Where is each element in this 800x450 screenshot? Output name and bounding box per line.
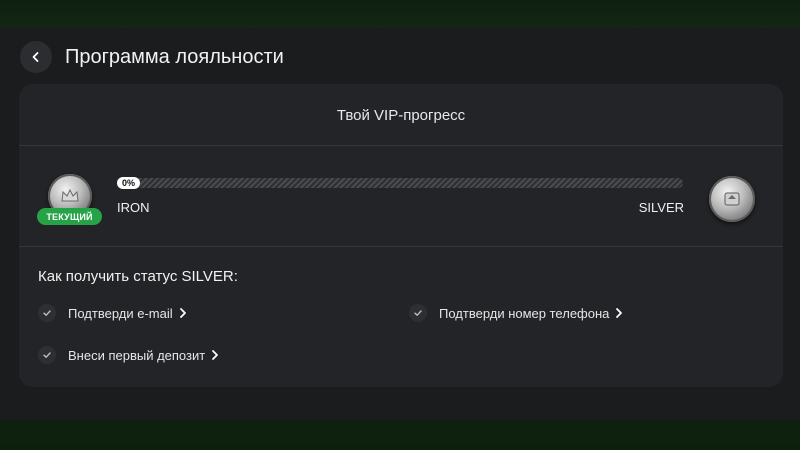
chevron-right-icon	[615, 307, 623, 319]
current-status-badge: ТЕКУЩИЙ	[37, 208, 102, 225]
silver-coin-icon	[709, 176, 755, 222]
task-confirm-email[interactable]: Подтверди e-mail	[38, 303, 187, 323]
vip-progress-card: Твой VIP-прогресс ТЕКУЩИЙ 0% IRON SILVER…	[19, 84, 783, 387]
card-title: Твой VIP-прогресс	[336, 106, 466, 124]
bottom-strip	[0, 420, 800, 450]
vip-progress-bar	[117, 178, 683, 188]
check-icon	[409, 304, 427, 322]
requirements-title: Как получить статус SILVER:	[38, 268, 238, 285]
progress-percent-label: 0%	[117, 177, 141, 189]
top-strip	[0, 0, 800, 28]
next-level-label: SILVER	[638, 200, 684, 215]
current-level-label: IRON	[117, 200, 150, 215]
header: Программа лояльности	[20, 40, 284, 74]
chevron-right-icon	[179, 307, 187, 319]
chevron-right-icon	[211, 349, 219, 361]
task-label: Внеси первый депозит	[68, 347, 206, 363]
chevron-left-icon	[32, 52, 39, 62]
task-label: Подтверди номер телефона	[439, 305, 610, 321]
task-label: Подтверди e-mail	[68, 305, 173, 321]
task-confirm-phone[interactable]: Подтверди номер телефона	[409, 303, 623, 323]
task-first-deposit[interactable]: Внеси первый депозит	[38, 345, 219, 365]
divider	[19, 246, 783, 247]
divider	[19, 145, 783, 146]
check-icon	[38, 346, 56, 364]
check-icon	[38, 304, 56, 322]
back-button[interactable]	[20, 41, 52, 73]
page-title: Программа лояльности	[65, 45, 284, 68]
